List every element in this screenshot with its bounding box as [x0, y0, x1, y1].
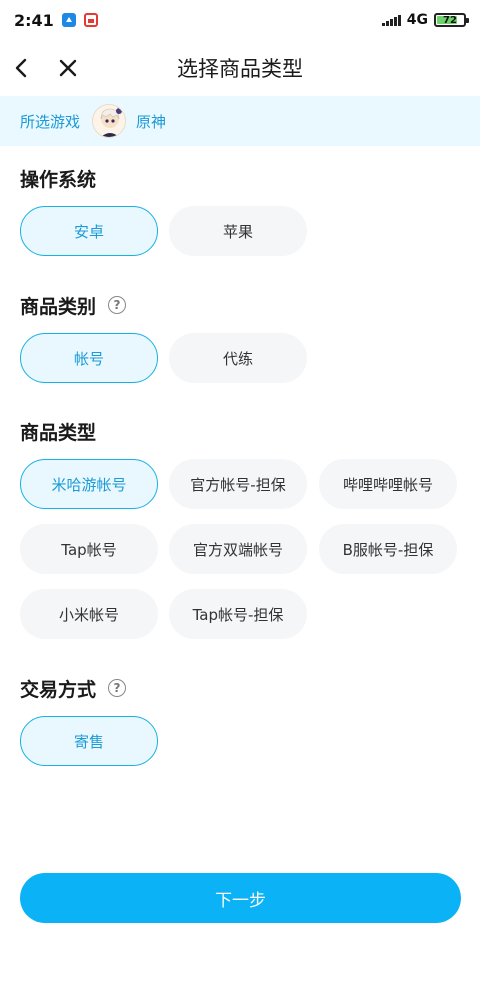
- os-section: 操作系统 安卓 苹果: [20, 164, 460, 256]
- os-section-title: 操作系统: [20, 164, 460, 192]
- type-section: 商品类型 米哈游帐号 官方帐号-担保 哔哩哔哩帐号 Tap帐号 官方双端帐号 B…: [20, 417, 460, 639]
- close-icon[interactable]: [50, 50, 86, 86]
- os-options: 安卓 苹果: [20, 206, 460, 256]
- type-options: 米哈游帐号 官方帐号-担保 哔哩哔哩帐号 Tap帐号 官方双端帐号 B服帐号-担…: [20, 459, 460, 639]
- type-option-mihoyo-account[interactable]: 米哈游帐号: [20, 459, 158, 509]
- battery-percent: 72: [443, 14, 457, 26]
- battery-icon: 72: [434, 13, 469, 27]
- status-bar: 2:41 4G 72: [0, 0, 480, 40]
- status-time: 2:41: [14, 10, 54, 30]
- os-option-android[interactable]: 安卓: [20, 206, 158, 256]
- back-icon[interactable]: [4, 50, 40, 86]
- category-options: 帐号 代练: [20, 333, 460, 383]
- type-title: 商品类型: [20, 421, 97, 444]
- type-section-title: 商品类型: [20, 417, 460, 445]
- shop-app-icon: [83, 13, 98, 27]
- type-option-tap-guaranteed[interactable]: Tap帐号-担保: [169, 589, 307, 639]
- type-option-official-dual[interactable]: 官方双端帐号: [169, 524, 307, 574]
- network-type: 4G: [406, 12, 428, 28]
- signal-icon: [381, 14, 401, 26]
- selected-game-banner: 所选游戏 原神: [0, 96, 480, 146]
- selected-game-label: 所选游戏: [20, 112, 81, 131]
- trade-section: 交易方式 ? 寄售: [20, 674, 460, 766]
- trade-options: 寄售: [20, 716, 460, 766]
- game-avatar: [92, 104, 127, 138]
- trade-option-consignment[interactable]: 寄售: [20, 716, 158, 766]
- category-section: 商品类别 ? 帐号 代练: [20, 291, 460, 383]
- selected-game-name: 原神: [136, 112, 167, 131]
- help-icon[interactable]: ?: [108, 679, 127, 697]
- os-title: 操作系统: [20, 168, 97, 191]
- os-option-apple[interactable]: 苹果: [169, 206, 307, 256]
- header: 选择商品类型: [0, 40, 480, 96]
- category-section-title: 商品类别 ?: [20, 291, 460, 319]
- trade-section-title: 交易方式 ?: [20, 674, 460, 702]
- type-option-xiaomi-account[interactable]: 小米帐号: [20, 589, 158, 639]
- category-option-account[interactable]: 帐号: [20, 333, 158, 383]
- category-option-boosting[interactable]: 代练: [169, 333, 307, 383]
- type-option-bilibili-account[interactable]: 哔哩哔哩帐号: [319, 459, 457, 509]
- trade-title: 交易方式: [20, 678, 97, 701]
- type-option-tap-account[interactable]: Tap帐号: [20, 524, 158, 574]
- category-title: 商品类别: [20, 295, 97, 318]
- help-icon[interactable]: ?: [108, 296, 127, 314]
- type-option-official-guaranteed[interactable]: 官方帐号-担保: [169, 459, 307, 509]
- type-option-bserver-guaranteed[interactable]: B服帐号-担保: [319, 524, 457, 574]
- bird-app-icon: [61, 13, 76, 27]
- next-step-button[interactable]: 下一步: [20, 873, 461, 923]
